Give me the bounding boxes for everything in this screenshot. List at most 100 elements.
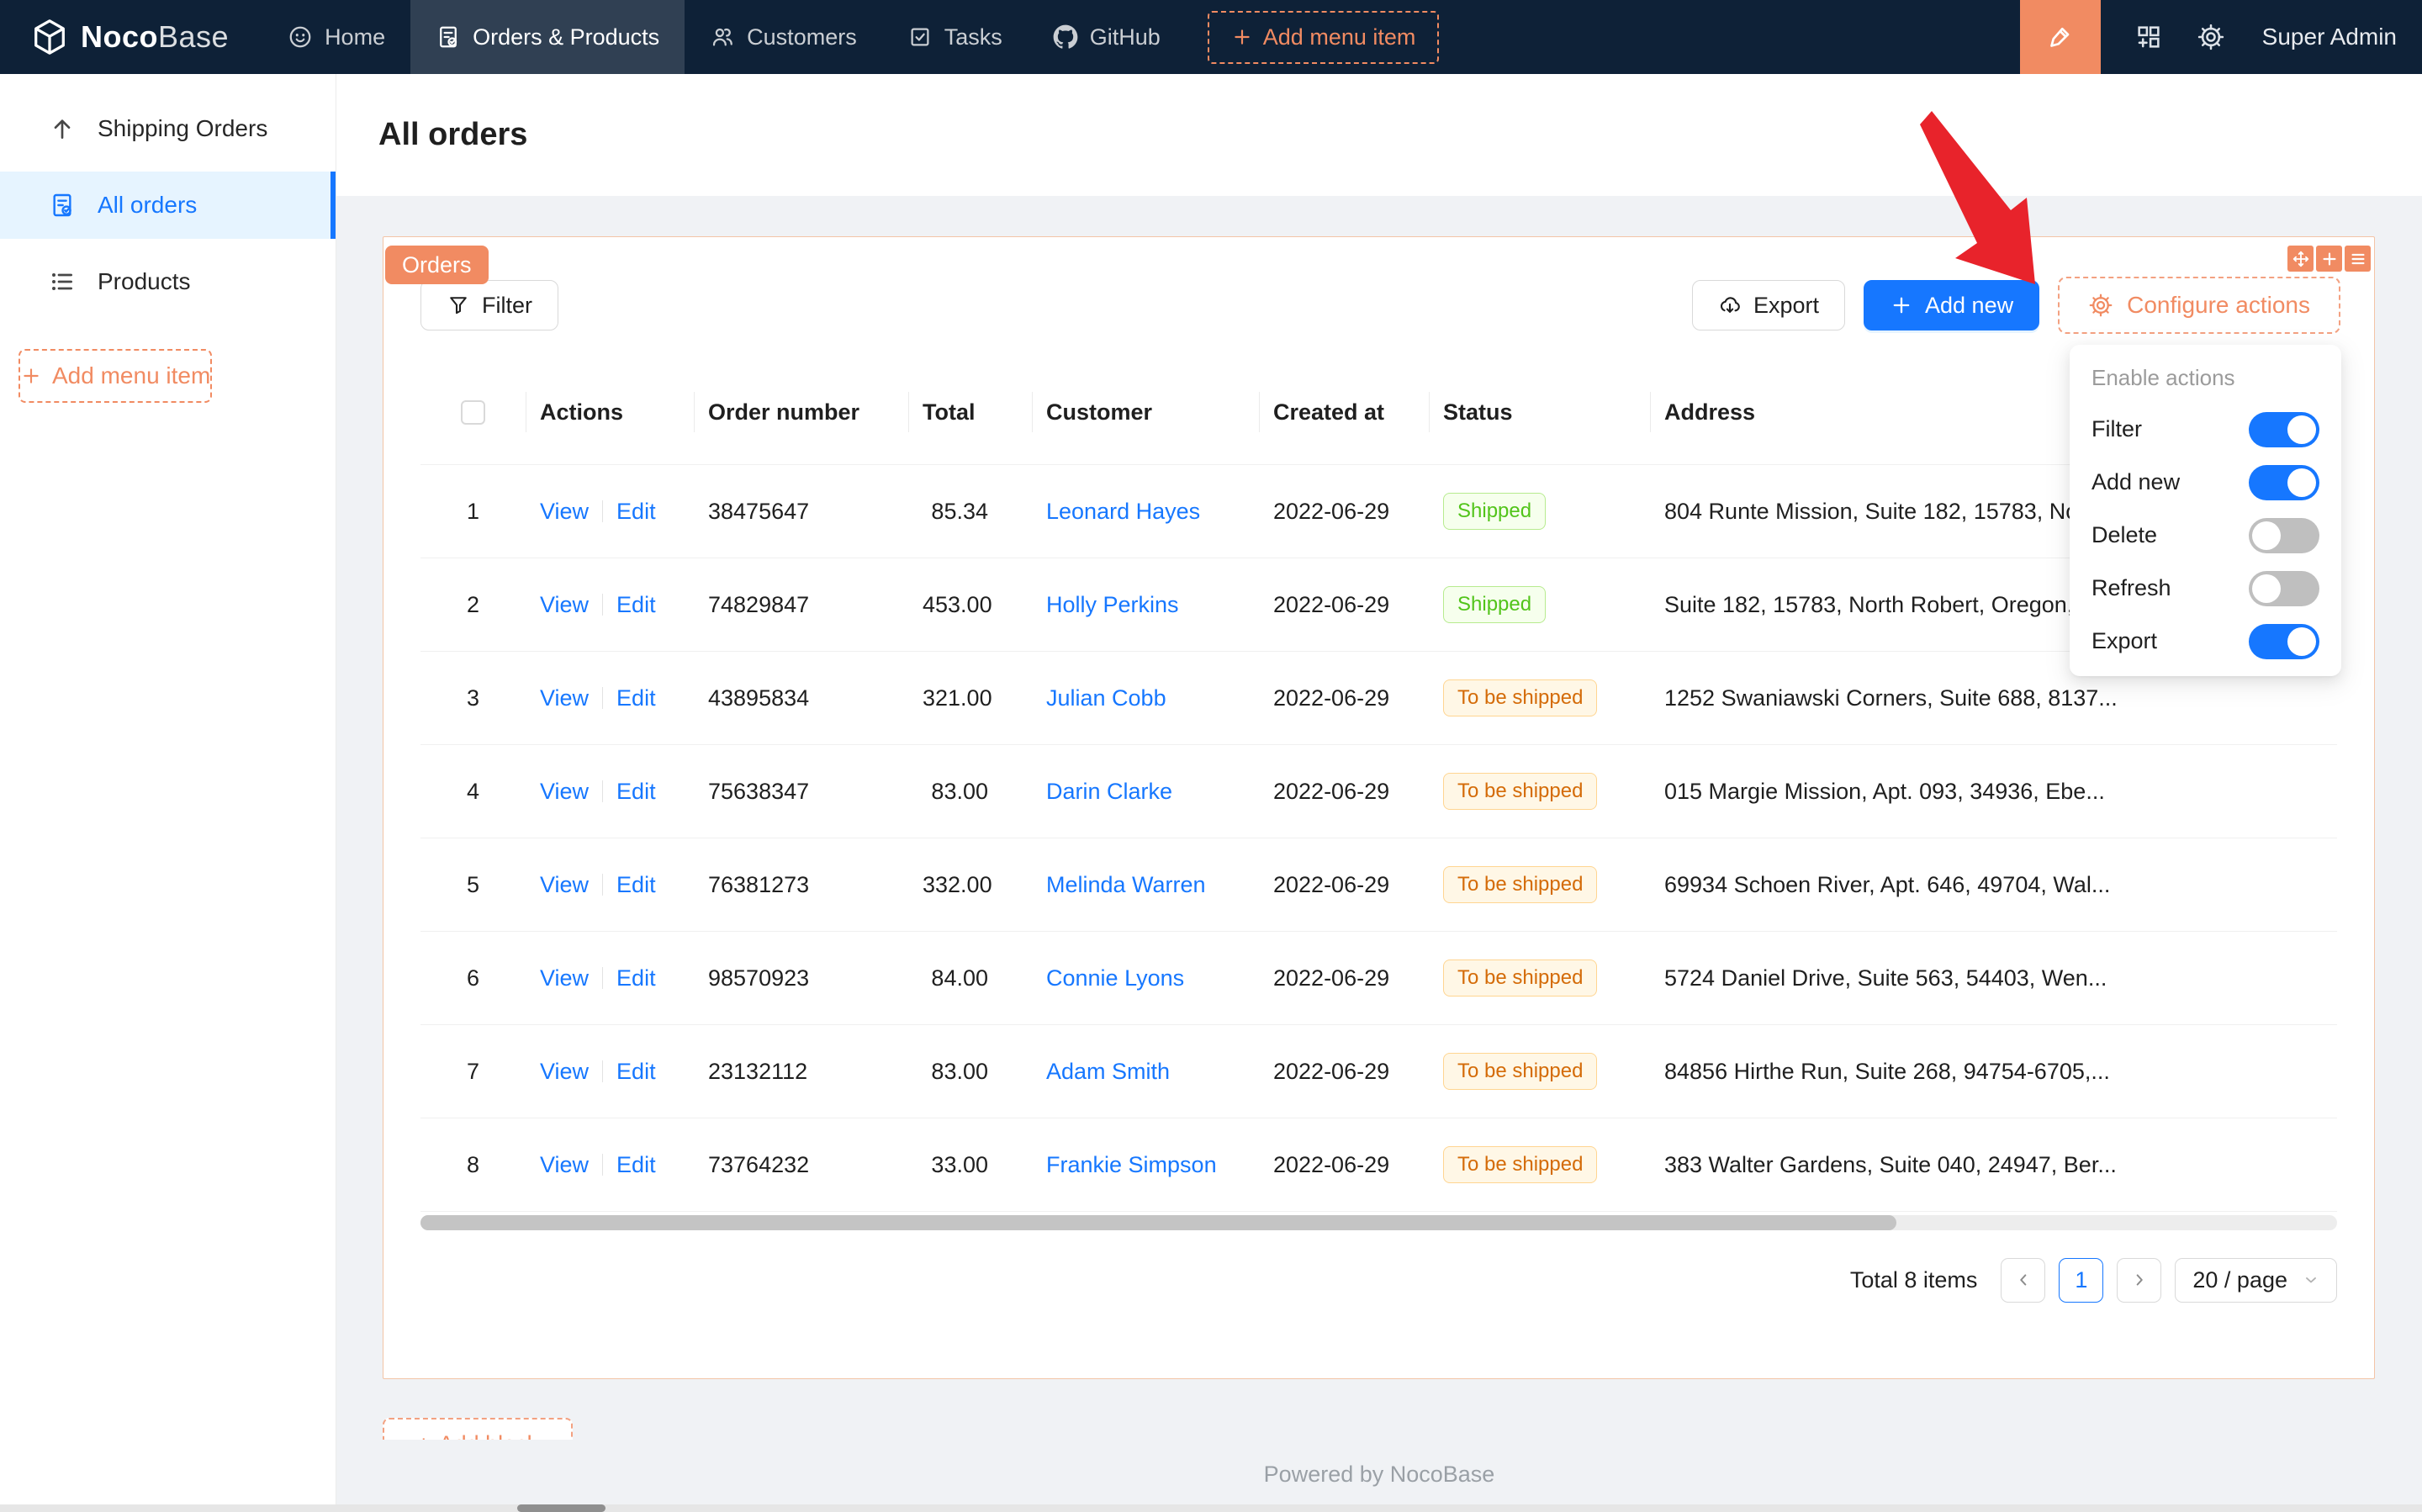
enable-action-filter[interactable]: Filter — [2070, 403, 2341, 456]
plugins-button[interactable] — [2134, 23, 2163, 51]
edit-link[interactable]: Edit — [616, 499, 656, 525]
block-settings-menu-button[interactable] — [2345, 246, 2371, 272]
total-cell: 453.00 — [908, 592, 1032, 618]
drag-handle[interactable] — [2287, 246, 2314, 272]
app-window: NocoBase Home Orders & Products Customer… — [0, 0, 2422, 1512]
address-cell: 69934 Schoen River, Apt. 646, 49704, Wal… — [1650, 872, 2337, 898]
menu-item-orders-products[interactable]: Orders & Products — [410, 0, 685, 74]
created-at-cell: 2022-06-29 — [1259, 499, 1429, 525]
menu-item-github[interactable]: GitHub — [1028, 0, 1186, 74]
edit-link[interactable]: Edit — [616, 965, 656, 991]
order-number-cell: 38475647 — [694, 499, 908, 525]
sidebar-item-all-orders[interactable]: All orders — [0, 172, 336, 239]
filter-toggle[interactable] — [2249, 412, 2319, 447]
filter-button[interactable]: Filter — [420, 280, 558, 330]
page-size-select[interactable]: 20 / page — [2175, 1258, 2337, 1303]
main-menu: Home Orders & Products Customers Tasks — [262, 0, 1186, 74]
next-page-button[interactable] — [2117, 1258, 2161, 1303]
scrollbar-thumb[interactable] — [420, 1215, 1896, 1230]
enable-action-export[interactable]: Export — [2070, 615, 2341, 668]
customer-link[interactable]: Melinda Warren — [1046, 872, 1206, 897]
page-number-button[interactable]: 1 — [2059, 1258, 2103, 1303]
add-new-button[interactable]: Add new — [1864, 280, 2039, 330]
menu-item-tasks[interactable]: Tasks — [882, 0, 1028, 74]
delete-toggle[interactable] — [2249, 518, 2319, 553]
order-number-cell: 23132112 — [694, 1059, 908, 1085]
status-cell: To be shipped — [1429, 960, 1650, 997]
edit-link[interactable]: Edit — [616, 779, 656, 805]
enable-action-refresh[interactable]: Refresh — [2070, 562, 2341, 615]
customer-link[interactable]: Leonard Hayes — [1046, 499, 1200, 524]
menu-item-label: Customers — [747, 24, 857, 50]
column-header-order-number[interactable]: Order number — [694, 360, 908, 464]
row-actions-cell: View Edit — [526, 872, 694, 898]
settings-button[interactable] — [2197, 23, 2225, 51]
customer-cell: Frankie Simpson — [1032, 1152, 1259, 1178]
column-header-customer[interactable]: Customer — [1032, 360, 1259, 464]
configure-actions-button[interactable]: Configure actions — [2058, 277, 2340, 334]
created-at-cell: 2022-06-29 — [1259, 779, 1429, 805]
customer-cell: Adam Smith — [1032, 1059, 1259, 1085]
row-index: 5 — [420, 872, 526, 898]
view-link[interactable]: View — [540, 685, 589, 711]
view-link[interactable]: View — [540, 872, 589, 898]
order-number-cell: 73764232 — [694, 1152, 908, 1178]
customer-link[interactable]: Holly Perkins — [1046, 592, 1179, 617]
edit-link[interactable]: Edit — [616, 1152, 656, 1178]
customer-link[interactable]: Adam Smith — [1046, 1059, 1170, 1084]
customer-link[interactable]: Connie Lyons — [1046, 965, 1184, 991]
refresh-toggle[interactable] — [2249, 571, 2319, 606]
column-header-created-at[interactable]: Created at — [1259, 360, 1429, 464]
enable-action-add-new[interactable]: Add new — [2070, 456, 2341, 509]
page-horizontal-scrollbar[interactable] — [0, 1504, 2422, 1512]
column-header-total[interactable]: Total — [908, 360, 1032, 464]
sidebar-add-menu-item-button[interactable]: Add menu item — [19, 349, 212, 403]
status-badge: To be shipped — [1443, 1146, 1597, 1183]
column-header-actions[interactable]: Actions — [526, 360, 694, 464]
address-cell: 1252 Swaniawski Corners, Suite 688, 8137… — [1650, 685, 2337, 711]
select-all-checkbox[interactable] — [461, 400, 485, 425]
view-link[interactable]: View — [540, 1059, 589, 1085]
customer-link[interactable]: Julian Cobb — [1046, 685, 1166, 711]
edit-link[interactable]: Edit — [616, 1059, 656, 1085]
customer-cell: Julian Cobb — [1032, 685, 1259, 711]
sidebar-item-products[interactable]: Products — [0, 248, 336, 315]
insert-block-button[interactable] — [2316, 246, 2342, 272]
navbar-add-menu-item-button[interactable]: Add menu item — [1208, 11, 1440, 64]
table-horizontal-scrollbar[interactable] — [420, 1215, 2337, 1230]
enable-action-delete[interactable]: Delete — [2070, 509, 2341, 562]
ui-editor-button[interactable] — [2020, 0, 2101, 74]
view-link[interactable]: View — [540, 499, 589, 525]
plus-icon — [1231, 26, 1253, 48]
actions-divider — [602, 687, 603, 709]
edit-link[interactable]: Edit — [616, 685, 656, 711]
add-new-toggle[interactable] — [2249, 465, 2319, 500]
total-cell: 84.00 — [908, 965, 1032, 991]
sidebar-item-label: Products — [98, 268, 191, 295]
view-link[interactable]: View — [540, 592, 589, 618]
enable-action-label: Refresh — [2091, 575, 2171, 601]
total-cell: 321.00 — [908, 685, 1032, 711]
export-toggle[interactable] — [2249, 624, 2319, 659]
brand-logo[interactable]: NocoBase — [0, 18, 262, 56]
order-number-cell: 43895834 — [694, 685, 908, 711]
prev-page-button[interactable] — [2001, 1258, 2045, 1303]
add-block-button[interactable]: + Add block — [383, 1418, 573, 1440]
menu-item-label: Home — [325, 24, 385, 50]
column-header-status[interactable]: Status — [1429, 360, 1650, 464]
form-check-icon — [49, 192, 76, 219]
menu-item-customers[interactable]: Customers — [685, 0, 882, 74]
block-collection-tag: Orders — [385, 246, 489, 284]
view-link[interactable]: View — [540, 965, 589, 991]
user-menu[interactable]: Super Admin — [2262, 24, 2397, 50]
edit-link[interactable]: Edit — [616, 872, 656, 898]
sidebar-item-shipping-orders[interactable]: Shipping Orders — [0, 95, 336, 162]
customer-link[interactable]: Frankie Simpson — [1046, 1152, 1217, 1177]
menu-item-home[interactable]: Home — [262, 0, 410, 74]
view-link[interactable]: View — [540, 779, 589, 805]
export-button[interactable]: Export — [1692, 280, 1845, 330]
edit-link[interactable]: Edit — [616, 592, 656, 618]
customer-link[interactable]: Darin Clarke — [1046, 779, 1172, 804]
page-scrollbar-thumb[interactable] — [517, 1504, 606, 1512]
view-link[interactable]: View — [540, 1152, 589, 1178]
